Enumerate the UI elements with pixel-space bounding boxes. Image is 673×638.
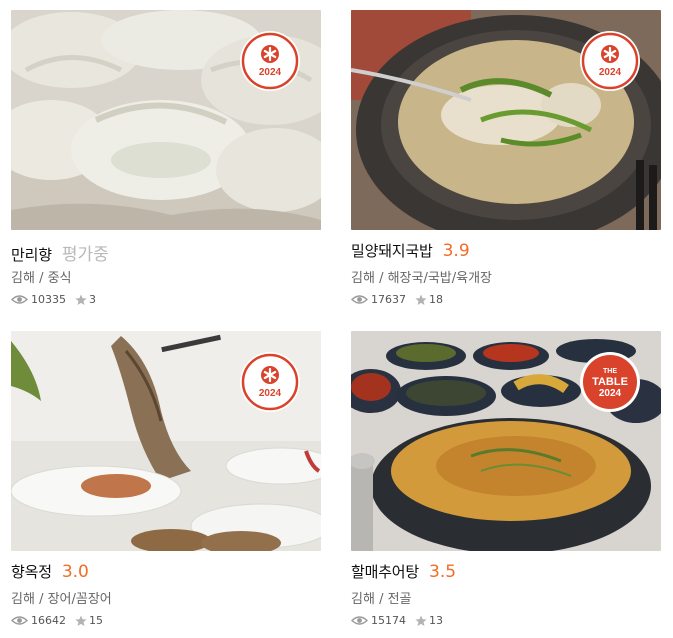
badge-the-label: THE [603, 368, 617, 375]
star-icon [415, 294, 427, 305]
restaurant-stats: 15174 13 [351, 614, 661, 627]
review-count: 15 [89, 614, 103, 627]
meta-separator: / [379, 271, 388, 286]
restaurant-grid: 2024 만리향 평가중 김해 / 중식 10335 3 2024 밀양돼지국밥… [0, 0, 673, 638]
star-icon [415, 615, 427, 626]
asterisk-icon: 2024 [240, 352, 300, 412]
restaurant-title-row[interactable]: 만리향 평가중 [11, 240, 321, 265]
star-icon [75, 615, 87, 626]
restaurant-stats: 16642 15 [11, 614, 321, 627]
meta-separator: / [39, 592, 48, 607]
restaurant-name[interactable]: 향옥정 [11, 561, 52, 582]
badge-table-label: TABLE [592, 376, 628, 388]
restaurant-card[interactable]: THE TABLE 2024 할매추어탕 3.5 김해 / 전골 15174 1… [351, 331, 661, 631]
restaurant-stats: 17637 18 [351, 293, 661, 306]
award-badge: THE TABLE 2024 [579, 351, 641, 413]
restaurant-photo-grilled-eel[interactable]: 2024 [11, 331, 321, 551]
restaurant-meta: 김해 / 중식 [11, 267, 321, 286]
restaurant-rating: 3.9 [442, 241, 470, 261]
restaurant-card[interactable]: 2024 밀양돼지국밥 3.9 김해 / 해장국/국밥/육개장 17637 18 [351, 10, 661, 310]
svg-text:2024: 2024 [259, 67, 282, 78]
award-badge: 2024 [579, 30, 641, 92]
restaurant-location: 김해 [351, 271, 375, 286]
svg-text:2024: 2024 [259, 388, 282, 399]
asterisk-icon: 2024 [580, 31, 640, 91]
restaurant-rating: 3.5 [429, 562, 457, 582]
restaurant-card[interactable]: 2024 향옥정 3.0 김해 / 장어/꼼장어 16642 15 [11, 331, 321, 631]
restaurant-photo-dumplings[interactable]: 2024 [11, 10, 321, 230]
restaurant-rating: 평가중 [61, 245, 109, 265]
award-badge: 2024 [239, 30, 301, 92]
table-badge-icon: THE TABLE 2024 [580, 352, 640, 412]
restaurant-card[interactable]: 2024 만리향 평가중 김해 / 중식 10335 3 [11, 10, 321, 310]
restaurant-rating: 3.0 [61, 562, 89, 582]
restaurant-meta: 김해 / 전골 [351, 588, 661, 607]
award-badge: 2024 [239, 351, 301, 413]
restaurant-photo-pork-soup[interactable]: 2024 [351, 10, 661, 230]
restaurant-name[interactable]: 만리향 [11, 244, 52, 265]
restaurant-title-row[interactable]: 할매추어탕 3.5 [351, 561, 661, 583]
review-count: 3 [89, 293, 96, 306]
view-count: 10335 [31, 293, 66, 306]
restaurant-category: 장어/꼼장어 [47, 592, 112, 607]
svg-text:2024: 2024 [599, 388, 622, 399]
restaurant-location: 김해 [11, 592, 35, 607]
restaurant-location: 김해 [351, 592, 375, 607]
meta-separator: / [39, 271, 48, 286]
view-count: 15174 [371, 614, 406, 627]
restaurant-name[interactable]: 할매추어탕 [351, 561, 419, 582]
eye-icon [351, 295, 368, 304]
restaurant-category: 전골 [387, 592, 412, 607]
asterisk-icon: 2024 [240, 31, 300, 91]
restaurant-location: 김해 [11, 271, 35, 286]
review-count: 13 [429, 614, 443, 627]
restaurant-category: 중식 [47, 271, 72, 286]
restaurant-name[interactable]: 밀양돼지국밥 [351, 240, 433, 261]
eye-icon [11, 616, 28, 625]
review-count: 18 [429, 293, 443, 306]
restaurant-stats: 10335 3 [11, 293, 321, 306]
view-count: 17637 [371, 293, 406, 306]
restaurant-meta: 김해 / 장어/꼼장어 [11, 588, 321, 607]
eye-icon [351, 616, 368, 625]
restaurant-photo-loach-soup[interactable]: THE TABLE 2024 [351, 331, 661, 551]
restaurant-meta: 김해 / 해장국/국밥/육개장 [351, 267, 661, 286]
view-count: 16642 [31, 614, 66, 627]
eye-icon [11, 295, 28, 304]
meta-separator: / [379, 592, 388, 607]
restaurant-title-row[interactable]: 향옥정 3.0 [11, 561, 321, 583]
restaurant-title-row[interactable]: 밀양돼지국밥 3.9 [351, 240, 661, 262]
restaurant-category: 해장국/국밥/육개장 [387, 271, 493, 286]
star-icon [75, 294, 87, 305]
svg-text:2024: 2024 [599, 67, 622, 78]
